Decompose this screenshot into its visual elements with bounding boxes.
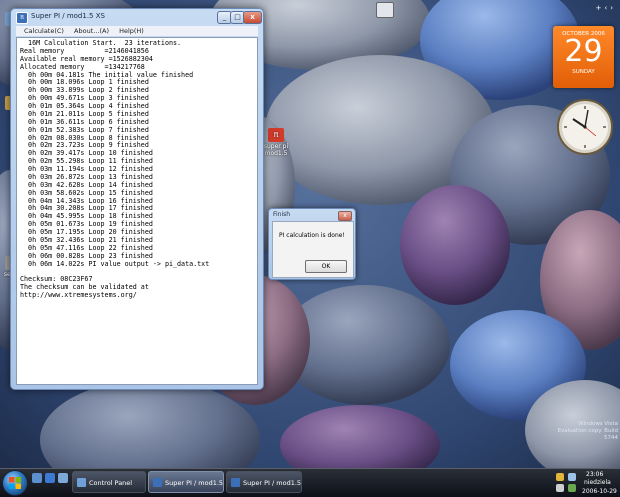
superpi-shortcut-icon: π [268,128,284,142]
ok-button[interactable]: OK [305,260,347,273]
tray-time[interactable]: 23:06 [586,471,603,478]
build-watermark: Windows Vista Evaluation copy. Build 574… [557,421,618,441]
taskbar-item-control-panel[interactable]: Control Panel [72,471,146,493]
console-text: 16M Calculation Start. 23 iterations. Re… [20,39,210,299]
dialog-close-button[interactable]: x [338,211,352,221]
desktop-icon[interactable] [372,2,398,19]
internet-explorer-icon[interactable] [45,473,55,483]
security-icon[interactable] [568,484,576,492]
clock-gadget[interactable] [556,98,614,156]
network-icon[interactable] [568,473,576,481]
superpi-app-icon [231,478,240,487]
menu-about[interactable]: About...(A) [74,27,109,35]
recycle-bin-icon [376,2,394,18]
superpi-app-icon: π [16,12,28,24]
notification-icon[interactable] [556,473,564,481]
dialog-message: PI calculation is done! [279,232,345,239]
output-console: 16M Calculation Start. 23 iterations. Re… [16,37,258,385]
taskbar-item-superpi[interactable]: Super PI / mod1.5 XS [148,471,224,493]
windows-logo-icon [9,477,21,489]
tray-date: 2006-10-29 [582,488,617,495]
dialog-title: Finish [273,211,291,218]
tray-day: niedziela [584,479,611,486]
calendar-day: 29 [564,34,603,69]
menu-help[interactable]: Help(H) [119,27,144,35]
calendar-gadget[interactable]: OCTOBER 2006 29 SUNDAY [553,26,614,88]
switch-windows-icon[interactable] [58,473,68,483]
superpi-window[interactable]: π Super PI / mod1.5 XS _ □ x Calculate(C… [10,8,264,390]
show-desktop-icon[interactable] [32,473,42,483]
calendar-weekday: SUNDAY [572,69,595,75]
dialog-body: PI calculation is done! OK [272,221,354,278]
system-tray: 23:06 niedziela 2006-10-29 [548,469,620,497]
menu-bar: Calculate(C) About...(A) Help(H) [16,26,258,36]
clock-face-icon [557,99,613,155]
superpi-app-icon [153,478,162,487]
desktop-icon-label: super pi mod1.5 [263,143,289,157]
finish-dialog[interactable]: Finish x PI calculation is done! OK [268,208,356,280]
volume-icon[interactable] [556,484,564,492]
control-panel-icon [77,478,86,487]
window-title: Super PI / mod1.5 XS [31,12,105,20]
sidebar-gadget-toolbar[interactable]: +‹› [566,4,616,16]
taskbar-item-superpi[interactable]: Super PI / mod1.5 XS [226,471,302,493]
window-titlebar[interactable]: π Super PI / mod1.5 XS _ □ x [11,9,263,25]
taskbar: Control Panel Super PI / mod1.5 XS Super… [0,468,620,497]
next-icon[interactable]: › [610,4,616,12]
menu-calculate[interactable]: Calculate(C) [24,27,64,35]
desktop-icon[interactable]: π super pi mod1.5 [262,128,290,157]
start-button[interactable] [2,470,28,496]
close-button[interactable]: x [243,11,262,24]
